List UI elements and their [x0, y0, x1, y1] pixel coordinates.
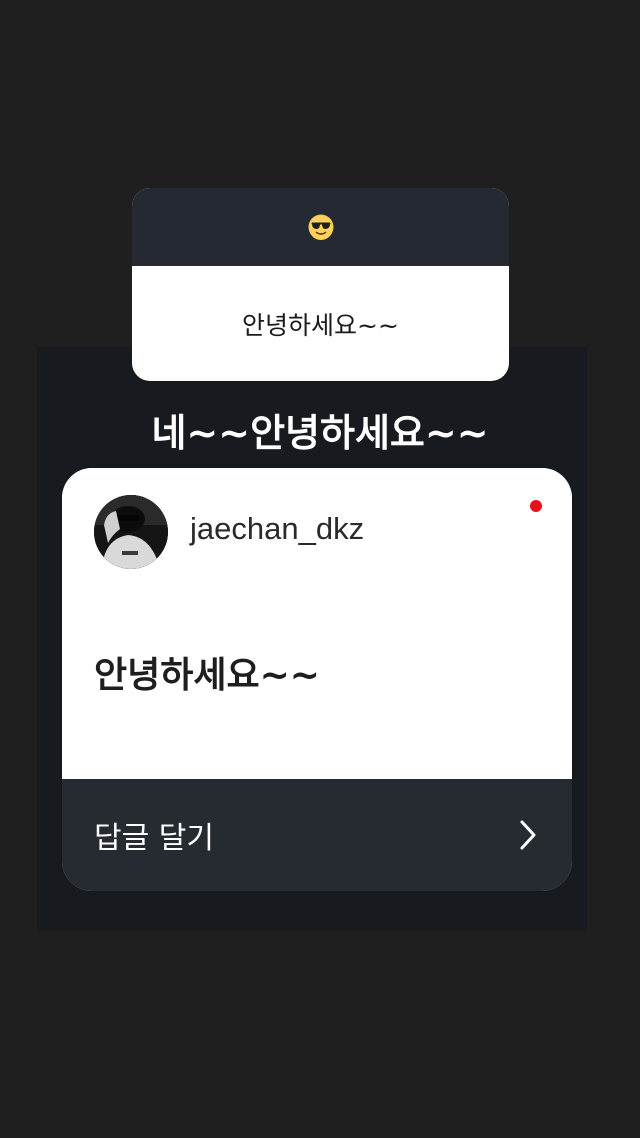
reply-message: 안녕하세요~~ [94, 655, 320, 696]
reply-button-label[interactable]: 답글 달기 [94, 813, 214, 857]
question-text: 안녕하세요~~ [242, 310, 399, 340]
question-sticker-header [132, 188, 509, 266]
reply-card[interactable]: jaechan_dkz 안녕하세요~~ 답글 달기 [62, 468, 572, 891]
reply-action-bar[interactable]: 답글 달기 [62, 779, 572, 891]
answer-title: 네~~안녕하세요~~ [151, 411, 489, 455]
avatar[interactable] [94, 495, 168, 569]
reply-card-content: jaechan_dkz 안녕하세요~~ [62, 468, 572, 779]
unread-indicator [530, 500, 542, 512]
question-sticker[interactable]: 안녕하세요~~ [132, 188, 509, 381]
username[interactable]: jaechan_dkz [190, 511, 364, 547]
chevron-right-icon[interactable] [518, 819, 538, 851]
sunglasses-face-icon [308, 214, 333, 240]
avatar-image [94, 495, 168, 569]
